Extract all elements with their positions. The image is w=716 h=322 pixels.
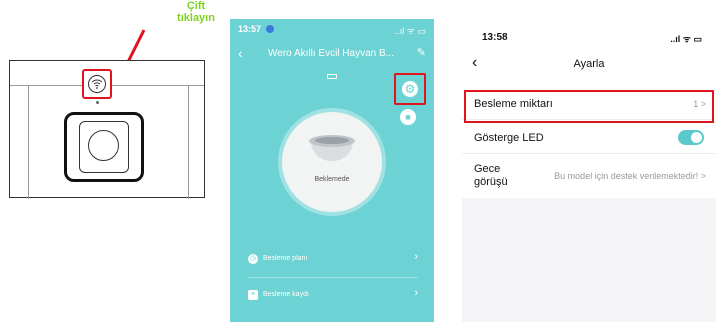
feeder-front-housing (64, 112, 144, 182)
chevron-right-icon: › (414, 287, 418, 299)
device-title: Wero Akıllı Evcil Hayvan B... (268, 48, 394, 59)
menu-item-feeding-plan[interactable]: ◷ Besleme planı › (230, 245, 434, 275)
battery-icon (327, 74, 337, 79)
wifi-icon (91, 79, 103, 89)
page-title: Ayarla (573, 58, 605, 70)
gear-icon: ⚙ (402, 81, 418, 97)
menu-item-label: Besleme kaydı (263, 291, 309, 298)
settings-header: 13:58 ..ıl ᯤ ▭ ‹ Ayarla (462, 20, 716, 86)
row-value: Bu model için destek verilemektedir! > (554, 171, 706, 181)
status-time: 13:58 (482, 32, 508, 43)
clock-icon: ◷ (248, 254, 258, 264)
indicator-led-row: Gösterge LED (462, 120, 716, 154)
highlight-box (464, 90, 714, 123)
divider (248, 277, 418, 278)
night-vision-row[interactable]: Gece görüşü Bu model için destek verilem… (462, 154, 716, 198)
row-label: Gösterge LED (474, 132, 544, 144)
settings-screen: 13:58 ..ıl ᯤ ▭ ‹ Ayarla Besleme miktarı … (462, 20, 716, 322)
device-wifi-button[interactable] (82, 69, 112, 99)
back-button[interactable]: ‹ (238, 45, 243, 61)
feeder-status-disc: Beklemede (282, 112, 382, 212)
location-icon (266, 25, 274, 33)
bowl-icon (309, 135, 355, 167)
camera-lens (88, 130, 119, 161)
status-icons: ..ıl ᯤ ▭ (670, 34, 702, 44)
settings-button[interactable]: ⚙ (394, 73, 426, 105)
edit-icon[interactable]: ✎ (417, 46, 426, 59)
led-toggle[interactable] (678, 130, 704, 145)
feeder-state: Beklemede (314, 176, 350, 183)
row-label: Gece görüşü (474, 163, 508, 188)
status-time: 13:57 (238, 24, 262, 34)
device-led (96, 101, 99, 104)
status-icons: ..ıl ᯤ ▭ (394, 26, 426, 36)
app-main-screen: 13:57 ..ıl ᯤ ▭ ‹ Wero Akıllı Evcil Hayva… (230, 19, 434, 322)
menu-item-label: Besleme planı (263, 255, 308, 262)
callout-line1: Çift (186, 0, 206, 12)
double-tap-callout: Çift tıklayın (166, 0, 226, 24)
status-bar: 13:57 ..ıl ᯤ ▭ (230, 19, 434, 39)
list-icon: ≡ (248, 290, 258, 300)
menu-item-feeding-log[interactable]: ≡ Besleme kaydı › (230, 281, 434, 311)
callout-line2: tıklayın (177, 12, 215, 24)
video-camera-icon[interactable]: ■ (400, 109, 416, 125)
chevron-right-icon: › (414, 251, 418, 263)
